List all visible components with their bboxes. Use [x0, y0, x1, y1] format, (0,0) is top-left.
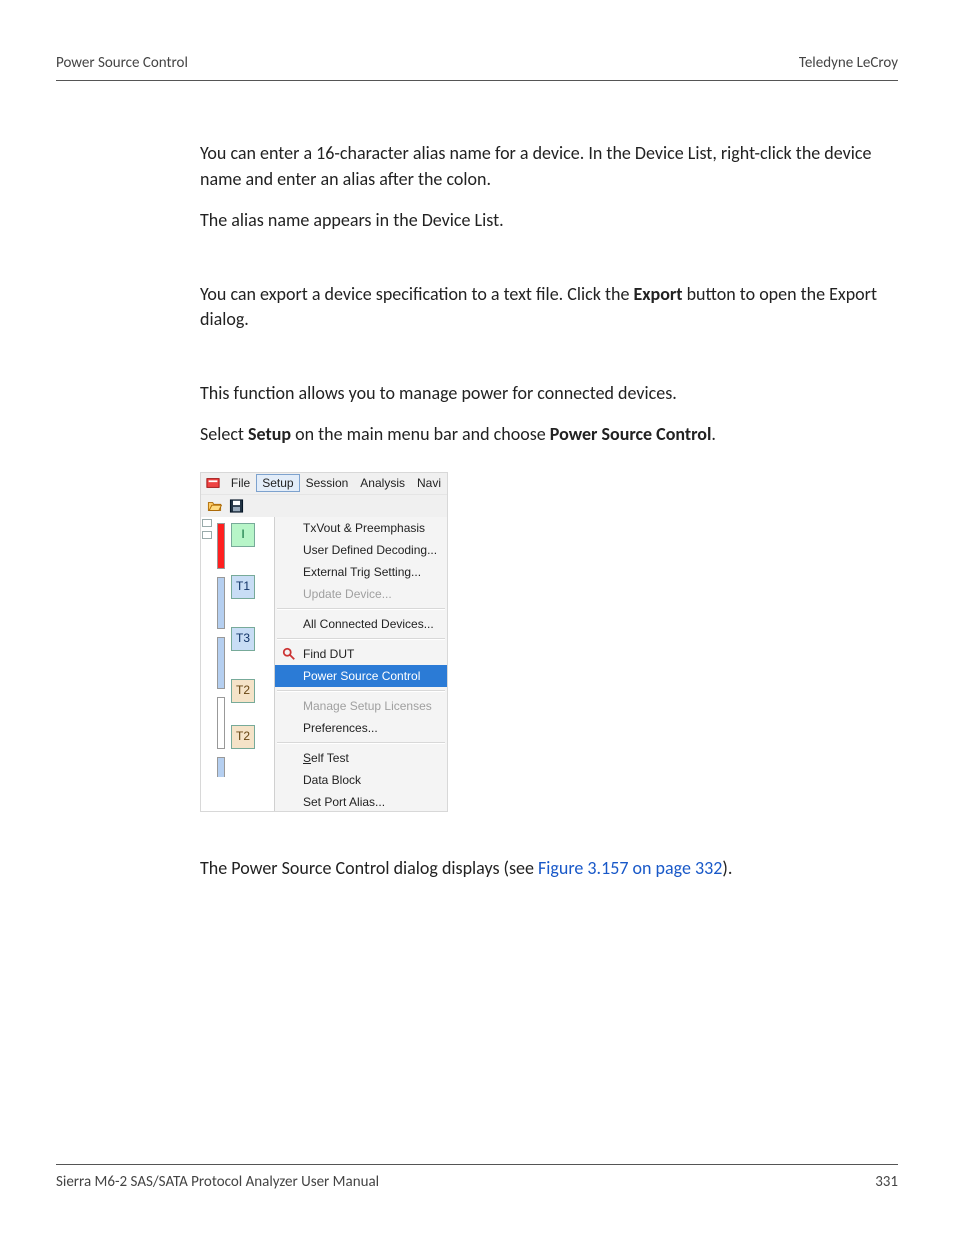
menu-separator — [277, 638, 445, 640]
menu-navi[interactable]: Navi — [411, 474, 447, 492]
footer-left: Sierra M6-2 SAS/SATA Protocol Analyzer U… — [56, 1173, 379, 1191]
menu-item-data-block[interactable]: Data Block — [275, 769, 447, 791]
menu-item-all-connected-devices[interactable]: All Connected Devices... — [275, 613, 447, 635]
header-left: Power Source Control — [56, 54, 188, 72]
toolbar — [201, 495, 447, 517]
menu-item-external-trig-setting[interactable]: External Trig Setting... — [275, 561, 447, 583]
port-badge-T2[interactable]: T2 — [231, 679, 255, 703]
page-number: 331 — [875, 1173, 898, 1191]
menu-item-find-dut[interactable]: Find DUT — [275, 643, 447, 665]
menu-item-update-device: Update Device... — [275, 583, 447, 605]
menu-item-txvout-preemphasis[interactable]: TxVout & Preemphasis — [275, 517, 447, 539]
menu-item-user-defined-decoding[interactable]: User Defined Decoding... — [275, 539, 447, 561]
find-icon — [281, 646, 297, 662]
menu-item-manage-setup-licenses: Manage Setup Licenses — [275, 695, 447, 717]
menu-item-preferences[interactable]: Preferences... — [275, 717, 447, 739]
port-badge-T1[interactable]: T1 — [231, 575, 255, 599]
paragraph: This function allows you to manage power… — [200, 381, 900, 407]
port-badge-T3[interactable]: T3 — [231, 627, 255, 651]
menu-separator — [277, 742, 445, 744]
menu-item-self-test[interactable]: Self Test — [275, 747, 447, 769]
open-icon[interactable] — [205, 498, 223, 514]
header-right: Teledyne LeCroy — [799, 54, 898, 72]
menu-file[interactable]: File — [225, 474, 256, 492]
bold-text: Setup — [248, 423, 291, 445]
bold-text: Power Source Control — [550, 423, 712, 445]
cross-reference-link[interactable]: Figure 3.157 on page 332 — [538, 857, 722, 879]
paragraph: Select Setup on the main menu bar and ch… — [200, 422, 900, 448]
menubar: FileSetupSessionAnalysisNavi — [201, 473, 447, 495]
page-footer: Sierra M6-2 SAS/SATA Protocol Analyzer U… — [56, 1164, 898, 1191]
menu-setup[interactable]: Setup — [256, 474, 299, 492]
paragraph: You can enter a 16-character alias name … — [200, 141, 900, 192]
port-badge-T2b[interactable]: T2 — [231, 725, 255, 749]
bold-text: Export — [634, 283, 683, 305]
page-header: Power Source Control Teledyne LeCroy — [56, 54, 898, 81]
menu-separator — [277, 690, 445, 692]
menu-analysis[interactable]: Analysis — [354, 474, 411, 492]
page-body: You can enter a 16-character alias name … — [200, 141, 900, 881]
port-badge-I[interactable]: I — [231, 523, 255, 547]
left-panel: I T1 T3 T2 T2 — [201, 517, 275, 811]
embedded-screenshot: FileSetupSessionAnalysisNavi — [200, 472, 448, 812]
menu-session[interactable]: Session — [300, 474, 355, 492]
menu-item-power-source-control[interactable]: Power Source Control — [275, 665, 447, 687]
paragraph: The Power Source Control dialog displays… — [200, 856, 900, 882]
paragraph: The alias name appears in the Device Lis… — [200, 208, 900, 234]
setup-dropdown-menu: TxVout & PreemphasisUser Defined Decodin… — [275, 517, 447, 811]
paragraph: You can export a device specification to… — [200, 282, 900, 333]
save-icon[interactable] — [227, 498, 245, 514]
menu-separator — [277, 608, 445, 610]
menu-item-set-port-alias[interactable]: Set Port Alias... — [275, 791, 447, 811]
app-icon — [205, 475, 221, 491]
